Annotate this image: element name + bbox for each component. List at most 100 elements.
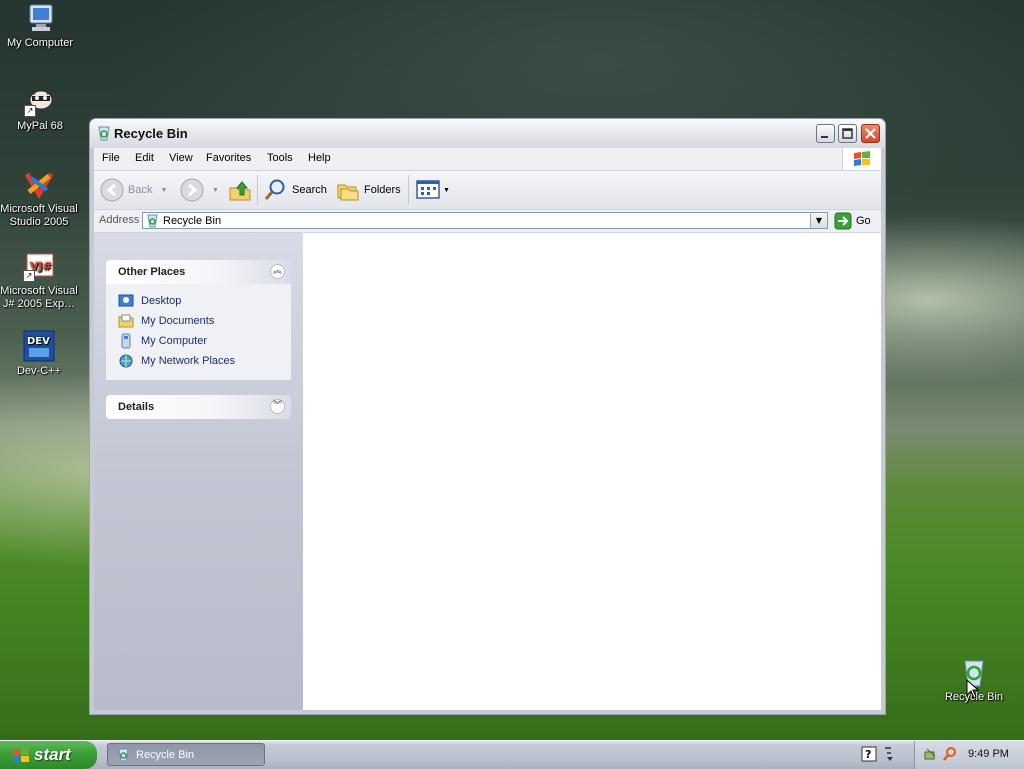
back-label: Back: [128, 184, 153, 196]
menu-help[interactable]: Help: [308, 152, 331, 164]
file-list-view[interactable]: [303, 233, 881, 710]
folders-button[interactable]: Folders: [336, 177, 401, 203]
back-arrow-icon: [100, 178, 124, 202]
forward-arrow-icon: [180, 178, 204, 202]
place-desktop[interactable]: Desktop: [118, 292, 181, 310]
shortcut-arrow-icon: ↗: [23, 270, 35, 282]
up-folder-button[interactable]: [228, 177, 252, 203]
place-my-computer[interactable]: My Computer: [118, 332, 207, 350]
expand-chevron-icon[interactable]: ︾: [270, 399, 285, 414]
dev-cpp-icon: DEV: [23, 330, 55, 362]
other-places-header[interactable]: Other Places ︽: [106, 260, 291, 284]
desktop-icon-dev-cpp[interactable]: DEV Dev-C++: [0, 330, 79, 378]
mouse-cursor-icon: [966, 679, 980, 699]
place-label: My Documents: [141, 315, 215, 327]
close-icon: [865, 128, 876, 139]
recycle-bin-icon: [98, 126, 110, 141]
other-places-panel: Desktop My Documents My Computer My Netw…: [106, 284, 291, 380]
menu-bar: File Edit View Favorites Tools Help: [94, 148, 881, 171]
other-places-title: Other Places: [118, 266, 186, 278]
menu-edit[interactable]: Edit: [135, 152, 154, 164]
go-label: Go: [856, 215, 871, 227]
minimize-icon: [821, 136, 828, 138]
documents-folder-icon: [118, 314, 134, 328]
start-label: start: [34, 745, 71, 764]
recycle-bin-icon: [118, 748, 129, 762]
back-button[interactable]: Back ▼: [100, 177, 167, 203]
chevron-down-icon: ▼: [815, 216, 823, 225]
desktop-icon-label: Microsoft Visual J# 2005 Exp…: [0, 285, 78, 310]
address-label: Address: [99, 214, 140, 226]
place-label: My Computer: [141, 335, 208, 347]
maximize-button[interactable]: [838, 124, 857, 143]
windows-flag-icon: [13, 748, 29, 763]
computer-icon: [24, 2, 56, 34]
desktop-icon-mypal[interactable]: ↗ MyPal 68: [0, 85, 80, 133]
views-button[interactable]: ▼: [416, 177, 450, 203]
svg-text:?: ?: [865, 748, 871, 761]
details-title: Details: [118, 401, 155, 413]
start-button[interactable]: start: [0, 741, 97, 769]
desktop-icon: [118, 294, 134, 307]
place-label: Desktop: [141, 295, 182, 307]
taskbar: start Recycle Bin ? 9:49 PM: [0, 740, 1024, 769]
menu-favorites[interactable]: Favorites: [206, 152, 251, 164]
address-dropdown-button[interactable]: ▼: [810, 213, 827, 228]
recycle-bin-window: Recycle Bin File Edit View Favorites Too…: [89, 118, 886, 715]
windows-flag-icon: [854, 151, 870, 166]
place-label: My Network Places: [141, 355, 236, 367]
address-bar: Address Recycle Bin ▼ Go: [94, 210, 881, 233]
desktop-icon-visual-jsharp[interactable]: VJ# ↗ Microsoft Visual J# 2005 Exp…: [0, 250, 79, 311]
shortcut-arrow-icon: ↗: [24, 105, 36, 117]
views-dropdown-icon: ▼: [443, 186, 450, 194]
maximize-icon: [842, 128, 853, 139]
desktop-icon-label: Dev-C++: [16, 365, 62, 377]
menu-file[interactable]: File: [102, 152, 120, 164]
forward-dropdown-icon[interactable]: ▼: [212, 187, 219, 194]
place-my-network-places[interactable]: My Network Places: [118, 352, 235, 370]
folders-label: Folders: [364, 184, 401, 196]
address-input[interactable]: Recycle Bin ▼: [142, 212, 828, 229]
menu-tools[interactable]: Tools: [267, 152, 293, 164]
desktop-icon-my-computer[interactable]: My Computer: [0, 2, 80, 50]
go-arrow-icon: [834, 212, 852, 230]
clock[interactable]: 9:49 PM: [968, 748, 1009, 760]
window-title: Recycle Bin: [114, 126, 188, 141]
help-icon: ?: [861, 746, 893, 762]
desktop-icon-label: MyPal 68: [17, 120, 63, 132]
details-header[interactable]: Details ︾: [106, 395, 291, 419]
views-icon: [416, 180, 440, 199]
close-button[interactable]: [861, 124, 880, 143]
network-tray-icon[interactable]: [923, 746, 939, 762]
toolbar: Back ▼ ▼ Search Folders ▼: [94, 171, 881, 210]
folders-icon: [337, 184, 359, 201]
place-my-documents[interactable]: My Documents: [118, 312, 214, 330]
back-dropdown-icon[interactable]: ▼: [160, 187, 167, 194]
collapse-chevron-icon[interactable]: ︽: [270, 264, 285, 279]
raccoon-icon: ↗: [24, 85, 56, 117]
search-icon: [264, 179, 285, 200]
help-tray-button[interactable]: ?: [861, 745, 895, 768]
desktop-icon-label: My Computer: [6, 37, 74, 49]
taskbar-button-label: Recycle Bin: [136, 749, 195, 761]
windows-logo: [842, 148, 881, 170]
visual-studio-icon: [23, 168, 55, 200]
go-button[interactable]: Go: [834, 212, 871, 230]
search-tray-icon[interactable]: [942, 746, 958, 762]
computer-icon: [121, 333, 131, 349]
search-button[interactable]: Search: [264, 177, 327, 203]
system-tray: 9:49 PM: [914, 741, 1024, 769]
dev-badge-text: DEV: [27, 336, 50, 347]
menu-view[interactable]: View: [169, 152, 193, 164]
visual-jsharp-icon: VJ# ↗: [23, 250, 55, 282]
minimize-button[interactable]: [816, 124, 835, 143]
desktop-icon-visual-studio[interactable]: Microsoft Visual Studio 2005: [0, 168, 79, 229]
task-pane: Other Places ︽ Desktop My Documents My C…: [94, 233, 303, 710]
title-bar[interactable]: Recycle Bin: [90, 119, 885, 148]
up-folder-icon: [229, 181, 251, 201]
desktop-icon-label: Microsoft Visual Studio 2005: [0, 203, 78, 228]
forward-button[interactable]: ▼: [180, 177, 219, 203]
content-area: Other Places ︽ Desktop My Documents My C…: [94, 233, 881, 710]
taskbar-button-recycle-bin[interactable]: Recycle Bin: [107, 743, 265, 766]
toolbar-separator: [257, 175, 258, 205]
